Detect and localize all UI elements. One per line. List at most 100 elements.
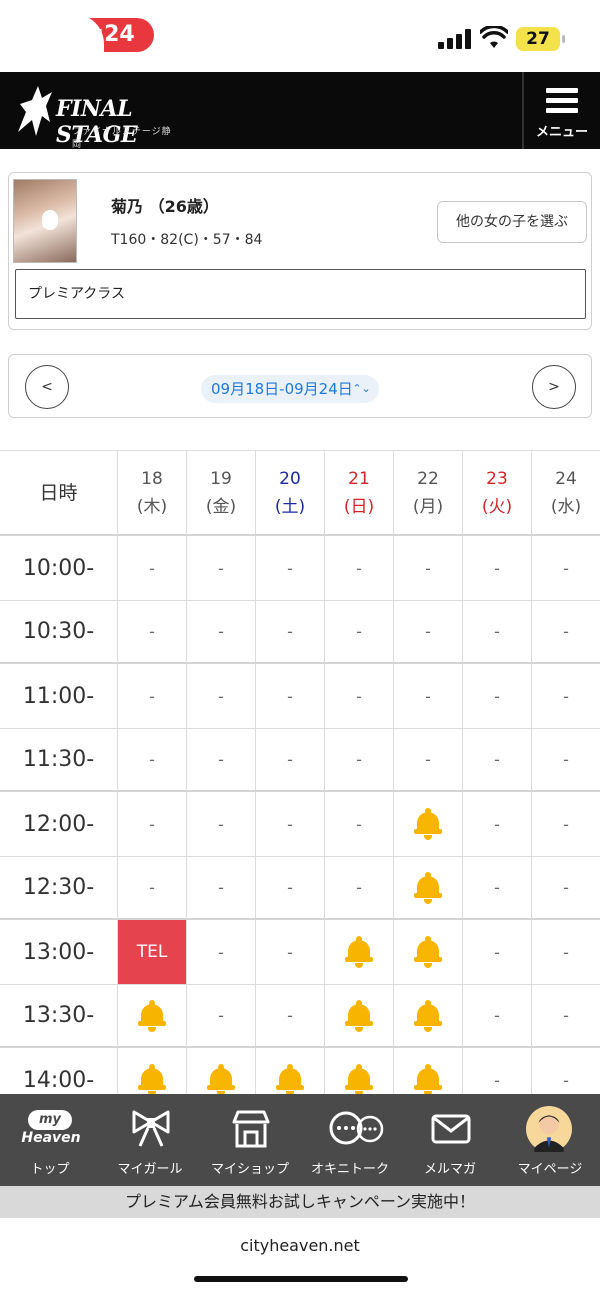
- nav-label: メルマガ: [423, 1162, 476, 1177]
- dash: -: [218, 686, 224, 706]
- dash: -: [563, 558, 569, 578]
- dash: -: [494, 750, 500, 769]
- dash: -: [563, 686, 569, 706]
- date-range-selector[interactable]: 09月18日-09月24日 ⌃⌄: [201, 375, 379, 403]
- dash: -: [563, 814, 569, 834]
- nav-my-girl[interactable]: マイガール: [100, 1094, 200, 1186]
- unavailable-slot: -: [255, 729, 324, 790]
- premium-campaign-banner[interactable]: プレミアム会員無料お試しキャンペーン実施中！: [0, 1186, 600, 1218]
- schedule-row: 12:00- - - - - - -: [0, 790, 600, 856]
- unavailable-slot: -: [255, 985, 324, 1046]
- date-navigator: < 09月18日-09月24日 ⌃⌄ >: [8, 354, 592, 418]
- unavailable-slot: -: [462, 985, 531, 1046]
- day-date: 18: [141, 468, 163, 489]
- time-slot-label: 10:00-: [22, 555, 95, 581]
- logo-subtitle: ファイナルステージ静岡: [72, 127, 172, 150]
- bell-icon: [414, 808, 442, 840]
- url-text[interactable]: cityheaven.net: [0, 1236, 600, 1255]
- dash: -: [494, 814, 500, 834]
- time-slot-label: 13:30-: [22, 1003, 95, 1028]
- profile-card: 菊乃 （26歳） T160・82(C)・57・84 他の女の子を選ぶ プレミアク…: [8, 172, 592, 330]
- nav-my-page[interactable]: マイページ: [500, 1094, 600, 1186]
- tel-slot[interactable]: TEL: [117, 920, 186, 984]
- profile-photo[interactable]: [13, 179, 77, 263]
- available-slot[interactable]: [393, 792, 462, 856]
- dash: -: [563, 1070, 569, 1090]
- unavailable-slot: -: [393, 729, 462, 790]
- unavailable-slot: -: [186, 857, 255, 918]
- unavailable-slot: -: [393, 664, 462, 728]
- available-slot[interactable]: [117, 985, 186, 1046]
- unavailable-slot: -: [462, 920, 531, 984]
- dash: -: [218, 942, 224, 962]
- up-down-chevron-icon: ⌃⌄: [352, 382, 371, 395]
- dash: -: [425, 622, 431, 641]
- unavailable-slot: -: [255, 536, 324, 600]
- unavailable-slot: -: [117, 857, 186, 918]
- available-slot[interactable]: [393, 920, 462, 984]
- time-column-header: 日時: [39, 481, 78, 504]
- unavailable-slot: -: [324, 792, 393, 856]
- available-slot[interactable]: [393, 985, 462, 1046]
- dash: -: [218, 622, 224, 641]
- prev-week-button[interactable]: <: [25, 365, 69, 409]
- unavailable-slot: -: [255, 664, 324, 728]
- day-date: 23: [486, 468, 508, 489]
- bell-icon: [138, 1064, 166, 1096]
- dash: -: [149, 622, 155, 641]
- redaction-blob: [8, 14, 104, 80]
- day-header: 21 (日): [324, 451, 393, 534]
- unavailable-slot: -: [186, 985, 255, 1046]
- pegasus-icon: [18, 86, 52, 136]
- shop-icon: [232, 1110, 270, 1148]
- nav-my-shop[interactable]: マイショップ: [200, 1094, 300, 1186]
- dash: -: [287, 750, 293, 769]
- final-stage-logo[interactable]: FINAL STAGE ファイナルステージ静岡: [12, 80, 172, 150]
- unavailable-slot: -: [186, 729, 255, 790]
- nav-label: マイページ: [517, 1162, 583, 1177]
- dash: -: [149, 814, 155, 834]
- nav-top[interactable]: my Heaven トップ: [0, 1094, 100, 1186]
- day-header: 23 (火): [462, 451, 531, 534]
- nav-mail-magazine[interactable]: メルマガ: [400, 1094, 500, 1186]
- available-slot[interactable]: [324, 985, 393, 1046]
- ribbon-icon: [132, 1110, 170, 1147]
- bell-icon: [207, 1064, 235, 1096]
- dash: -: [218, 750, 224, 769]
- unavailable-slot: -: [117, 729, 186, 790]
- dash: -: [287, 942, 293, 962]
- unavailable-slot: -: [531, 985, 600, 1046]
- unavailable-slot: -: [255, 792, 324, 856]
- unavailable-slot: -: [186, 536, 255, 600]
- unavailable-slot: -: [531, 920, 600, 984]
- dash: -: [287, 1006, 293, 1025]
- menu-button[interactable]: メニュー: [524, 72, 600, 149]
- bell-icon: [138, 999, 166, 1032]
- choose-other-girl-button[interactable]: 他の女の子を選ぶ: [437, 201, 587, 243]
- dash: -: [287, 558, 293, 578]
- dash: -: [218, 814, 224, 834]
- nav-okini-talk[interactable]: オキニトーク: [300, 1094, 400, 1186]
- next-week-button[interactable]: >: [532, 365, 576, 409]
- available-slot[interactable]: [393, 857, 462, 918]
- unavailable-slot: -: [531, 857, 600, 918]
- profile-stats: T160・82(C)・57・84: [111, 232, 263, 248]
- dash: -: [563, 750, 569, 769]
- dash: -: [494, 558, 500, 578]
- day-date: 24: [555, 468, 577, 489]
- unavailable-slot: -: [462, 536, 531, 600]
- unavailable-slot: -: [186, 601, 255, 662]
- available-slot[interactable]: [324, 920, 393, 984]
- dash: -: [218, 1006, 224, 1025]
- unavailable-slot: -: [462, 857, 531, 918]
- my-heaven-icon: my Heaven: [21, 1110, 81, 1146]
- dash: -: [218, 558, 224, 578]
- profile-name: 菊乃 （26歳）: [111, 197, 219, 216]
- dash: -: [287, 878, 293, 897]
- day-header: 20 (土): [255, 451, 324, 534]
- nav-label: マイガール: [117, 1162, 183, 1177]
- dash: -: [563, 1006, 569, 1025]
- day-header: 24 (水): [531, 451, 600, 534]
- unavailable-slot: -: [117, 664, 186, 728]
- dash: -: [149, 558, 155, 578]
